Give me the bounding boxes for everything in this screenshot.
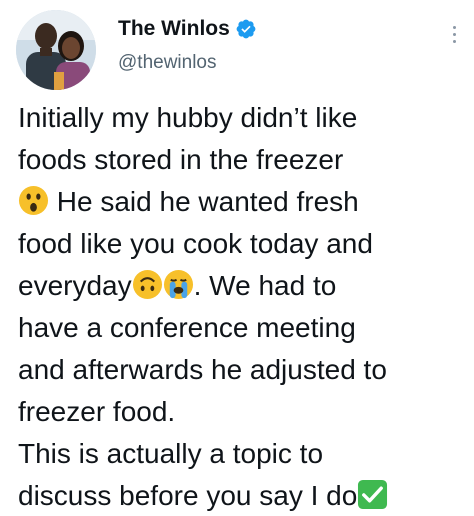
tweet-line-text: discuss before you say I do bbox=[18, 480, 358, 511]
tweet-line: He said he wanted fresh bbox=[18, 181, 470, 223]
tweet-line-text: everyday bbox=[18, 270, 132, 301]
tweet-line: This is actually a topic to bbox=[18, 438, 324, 469]
loudly-crying-face-emoji bbox=[163, 269, 194, 300]
name-row: The Winlos bbox=[118, 14, 257, 44]
upside-down-face-emoji bbox=[132, 269, 163, 300]
tweet-line-text: He said he wanted fresh bbox=[56, 186, 359, 217]
avatar-photo-icon bbox=[16, 10, 96, 90]
tweet-line: have a conference meeting bbox=[18, 312, 356, 343]
user-handle[interactable]: @thewinlos bbox=[118, 52, 257, 74]
tweet-text: Initially my hubby didn’t like foods sto… bbox=[18, 97, 470, 516]
display-name[interactable]: The Winlos bbox=[118, 17, 230, 41]
astonished-face-emoji bbox=[18, 185, 49, 216]
tweet-card: The Winlos @thewinlos Initially my hubby… bbox=[0, 0, 474, 516]
tweet-line: everyday . We had to bbox=[18, 265, 470, 307]
more-vertical-icon[interactable] bbox=[446, 22, 462, 52]
tweet-line: discuss before you say I do bbox=[18, 475, 470, 516]
avatar[interactable] bbox=[16, 10, 96, 90]
tweet-line: and afterwards he adjusted to bbox=[18, 354, 387, 385]
tweet-line: Initially my hubby didn’t like bbox=[18, 102, 358, 133]
tweet-line: freezer food. bbox=[18, 396, 176, 427]
tweet-line-text: . We had to bbox=[193, 270, 337, 301]
tweet-line: food like you cook today and bbox=[18, 228, 373, 259]
check-mark-button-emoji bbox=[357, 479, 388, 510]
verified-badge-icon bbox=[235, 18, 257, 40]
tweet-line: foods stored in the freezer bbox=[18, 144, 344, 175]
tweet-header: The Winlos @thewinlos bbox=[118, 14, 257, 74]
